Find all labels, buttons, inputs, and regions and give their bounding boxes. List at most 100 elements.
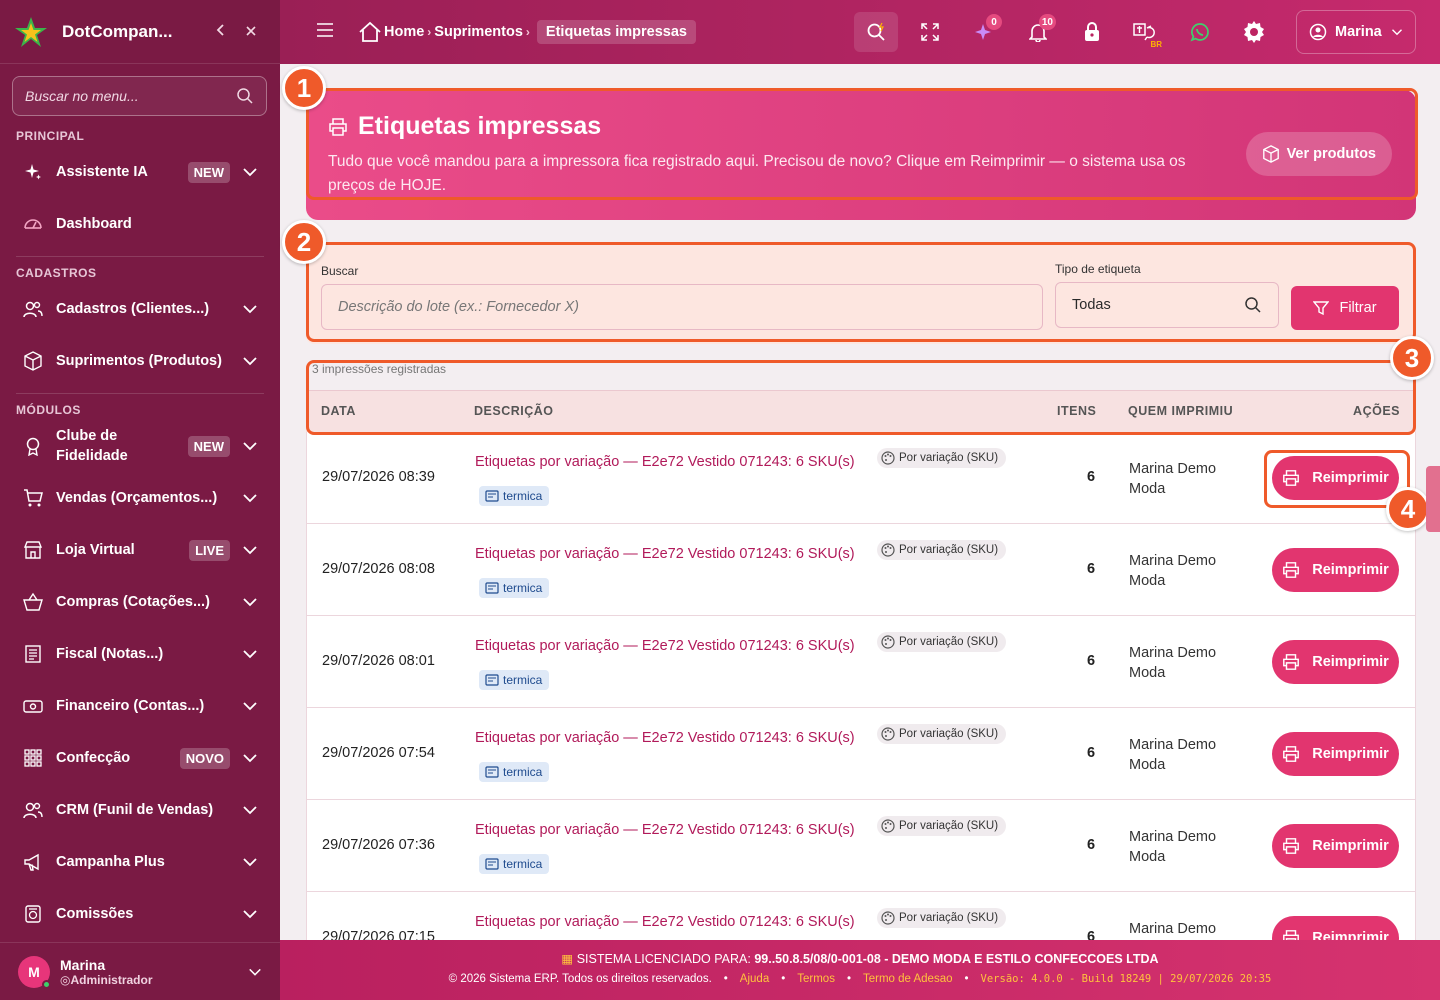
table-row: 29/07/2026 08:01 Etiquetas por variação —…: [306, 616, 1416, 708]
megaphone-icon: [22, 851, 44, 873]
sidebar-item-loja-virtual[interactable]: Loja Virtual LIVE: [12, 528, 268, 572]
row-description-link[interactable]: Etiquetas por variação — E2e72 Vestido 0…: [475, 638, 855, 654]
search-icon[interactable]: [236, 87, 254, 105]
brand-name: DotCompan...: [62, 21, 173, 41]
ver-produtos-label: Ver produtos: [1286, 146, 1376, 162]
sidebar-item-label: Assistente IA: [56, 164, 148, 180]
reprint-button[interactable]: Reimprimir: [1272, 916, 1399, 940]
user-info: Marina ◎Administrador: [60, 957, 248, 987]
sidebar-item-dashboard[interactable]: Dashboard: [12, 202, 268, 246]
row-description-link[interactable]: Etiquetas por variação — E2e72 Vestido 0…: [475, 546, 855, 562]
reprint-button[interactable]: Reimprimir: [1272, 456, 1399, 500]
commission-icon: [22, 903, 44, 925]
hamburger-menu-icon[interactable]: [316, 22, 344, 42]
row-description-link[interactable]: Etiquetas por variação — E2e72 Vestido 0…: [475, 822, 855, 838]
sidebar-item-label: Loja Virtual: [56, 542, 135, 558]
side-panel-handle[interactable]: [1426, 466, 1440, 532]
ai-count-badge: 0: [986, 14, 1002, 30]
sidebar-item-crm[interactable]: CRM (Funil de Vendas): [12, 788, 268, 832]
footer-link-termos[interactable]: Termos: [797, 973, 835, 985]
footer-link-termo-adesao[interactable]: Termo de Adesao: [863, 973, 953, 985]
row-itens: 6: [1087, 929, 1096, 940]
reprint-label: Reimprimir: [1312, 930, 1389, 940]
search-label: Buscar: [321, 264, 359, 278]
sidebar-item-clube-fidelidade[interactable]: Clube de Fidelidade NEW: [12, 424, 268, 468]
sidebar-item-suprimentos[interactable]: Suprimentos (Produtos): [12, 339, 268, 383]
ai-sparkle-button[interactable]: 0: [962, 12, 1006, 52]
user-menu-button[interactable]: Marina: [1296, 10, 1416, 54]
palette-icon: [881, 727, 895, 741]
column-header-itens: ITENS: [1057, 404, 1097, 418]
variation-chip-label: Por variação (SKU): [899, 544, 999, 556]
sidebar-user[interactable]: M Marina ◎Administrador: [0, 942, 280, 1000]
fullscreen-button[interactable]: [908, 12, 952, 52]
reprint-label: Reimprimir: [1312, 746, 1389, 762]
lock-icon: [1085, 22, 1099, 41]
breadcrumb-home[interactable]: Home: [384, 24, 424, 40]
sidebar-item-comissoes[interactable]: Comissões: [12, 892, 268, 936]
variation-chip-label: Por variação (SKU): [899, 728, 999, 740]
menu-search-input[interactable]: [25, 88, 236, 104]
breadcrumb-suprimentos[interactable]: Suprimentos: [434, 24, 523, 40]
row-description-link[interactable]: Etiquetas por variação — E2e72 Vestido 0…: [475, 914, 855, 930]
footer-link-ajuda[interactable]: Ajuda: [740, 973, 769, 985]
sidebar-item-vendas[interactable]: Vendas (Orçamentos...): [12, 476, 268, 520]
settings-button[interactable]: [1232, 12, 1276, 52]
row-description-link[interactable]: Etiquetas por variação — E2e72 Vestido 0…: [475, 730, 855, 746]
row-printed-by: Marina Demo Moda: [1129, 461, 1217, 497]
reprint-button[interactable]: Reimprimir: [1272, 640, 1399, 684]
sidebar-item-confeccao[interactable]: Confecção NOVO: [12, 736, 268, 780]
row-date: 29/07/2026 07:36: [322, 837, 435, 853]
sidebar-item-label: Financeiro (Contas...): [56, 698, 205, 714]
page-title: Etiquetas impressas: [328, 112, 601, 141]
chevron-left-icon[interactable]: [206, 21, 236, 42]
whatsapp-icon: [1190, 23, 1209, 42]
chevron-down-icon: [243, 168, 257, 177]
row-description-link[interactable]: Etiquetas por variação — E2e72 Vestido 0…: [475, 454, 855, 470]
chevron-down-icon: [243, 357, 257, 366]
language-button[interactable]: BR: [1124, 12, 1168, 52]
notifications-button[interactable]: 10: [1016, 12, 1060, 52]
printer-type-label: termica: [503, 673, 543, 687]
ver-produtos-button[interactable]: Ver produtos: [1245, 132, 1392, 176]
lock-button[interactable]: [1070, 12, 1114, 52]
home-icon[interactable]: [358, 21, 382, 43]
sidebar-item-assistente-ia[interactable]: Assistente IA NEW: [12, 150, 268, 194]
row-itens: 6: [1087, 561, 1096, 577]
sidebar-item-campanha-plus[interactable]: Campanha Plus: [12, 840, 268, 884]
new-badge: NEW: [187, 161, 230, 183]
sidebar-item-compras[interactable]: Compras (Cotações...): [12, 580, 268, 624]
document-icon: [22, 643, 44, 665]
row-itens: 6: [1087, 653, 1096, 669]
sidebar-item-label: CRM (Funil de Vendas): [56, 802, 214, 818]
whatsapp-button[interactable]: [1178, 12, 1222, 52]
label-type-value: Todas: [1072, 297, 1111, 313]
reprint-button[interactable]: Reimprimir: [1272, 824, 1399, 868]
user-name: Marina: [60, 956, 106, 973]
footer-links: © 2026 Sistema ERP. Todos os direitos re…: [280, 973, 1440, 985]
brand-logo-icon: [15, 16, 47, 47]
chevron-down-icon: [243, 910, 257, 919]
section-modulos: MÓDULOS: [16, 403, 81, 417]
sidebar-item-cadastros[interactable]: Cadastros (Clientes...): [12, 287, 268, 331]
reprint-label: Reimprimir: [1312, 654, 1389, 670]
sidebar-item-financeiro[interactable]: Financeiro (Contas...): [12, 684, 268, 728]
close-icon[interactable]: [236, 21, 266, 42]
batch-search-input[interactable]: Descrição do lote (ex.: Fornecedor X): [321, 284, 1043, 330]
reprint-button[interactable]: Reimprimir: [1272, 732, 1399, 776]
annotation-marker-3: 3: [1390, 336, 1434, 380]
sidebar-item-label: Fiscal (Notas...): [56, 646, 164, 662]
row-itens: 6: [1087, 837, 1096, 853]
avatar-initial: M: [28, 963, 40, 980]
filter-button[interactable]: Filtrar: [1291, 286, 1399, 330]
notifications-count-badge: 10: [1038, 14, 1056, 30]
sidebar-item-fiscal[interactable]: Fiscal (Notas...): [12, 632, 268, 676]
label-type-select[interactable]: Todas: [1055, 282, 1279, 328]
global-search-button[interactable]: [854, 12, 898, 52]
table-row: 29/07/2026 07:36 Etiquetas por variação —…: [306, 800, 1416, 892]
translate-icon: [1133, 23, 1155, 41]
variation-chip-label: Por variação (SKU): [899, 912, 999, 924]
variation-chip-label: Por variação (SKU): [899, 636, 999, 648]
reprint-label: Reimprimir: [1312, 562, 1389, 578]
reprint-button[interactable]: Reimprimir: [1272, 548, 1399, 592]
